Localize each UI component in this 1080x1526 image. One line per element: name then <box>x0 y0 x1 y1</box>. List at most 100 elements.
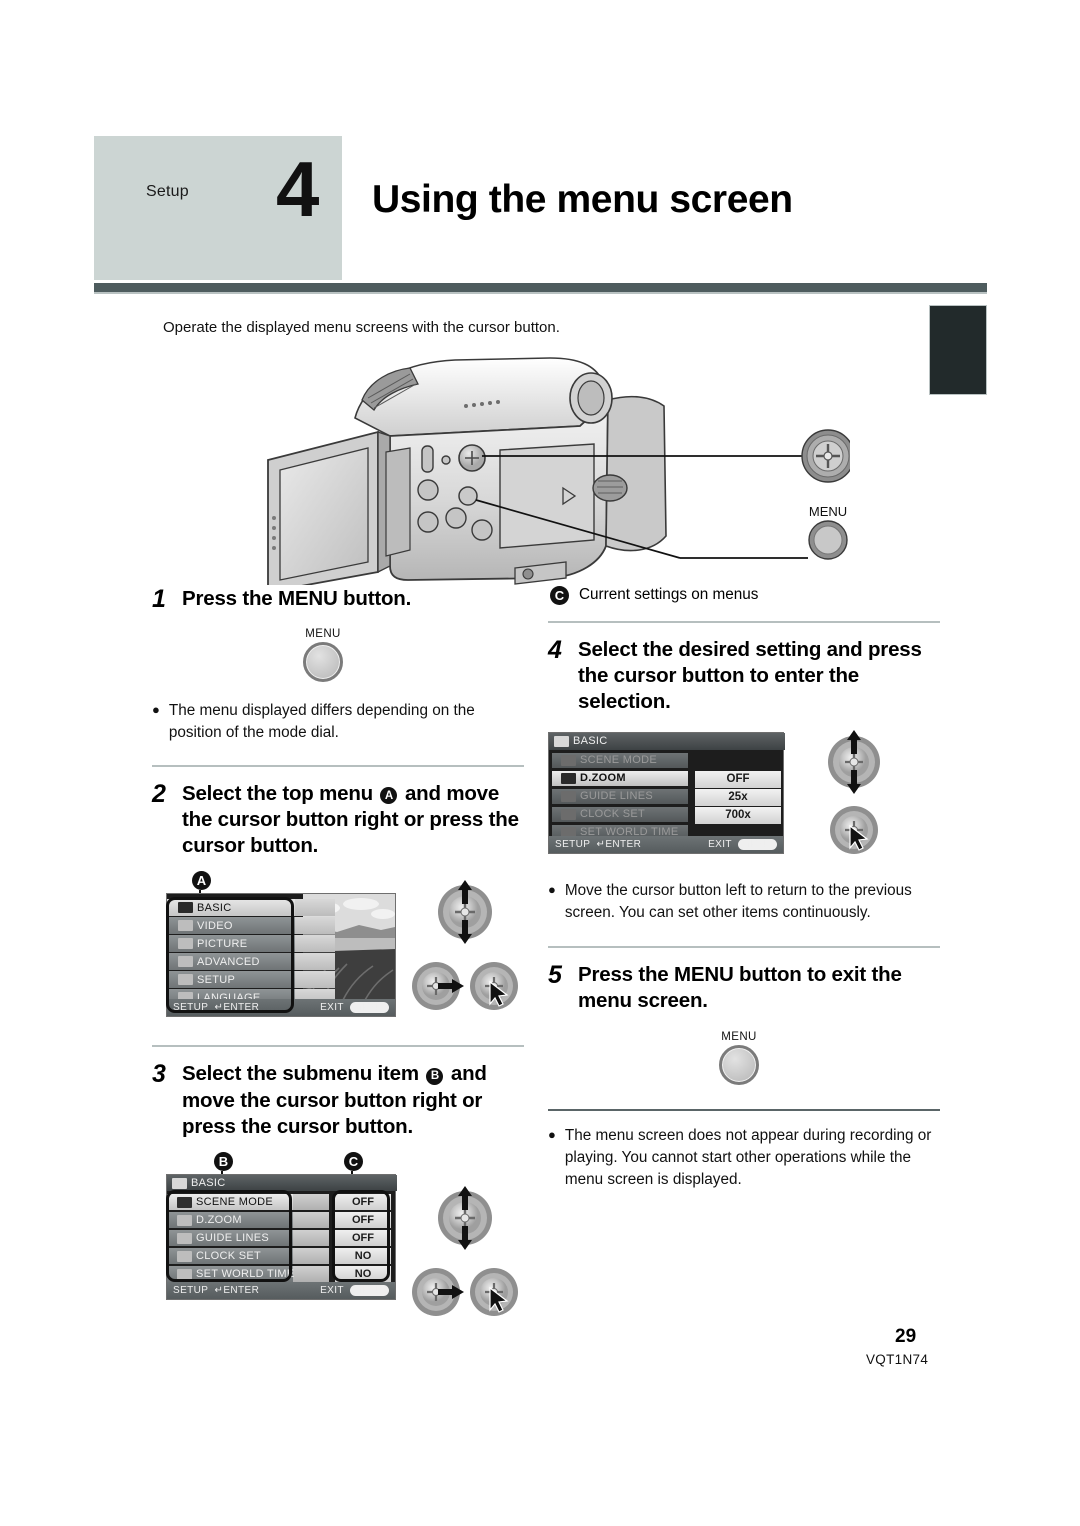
intro-text: Operate the displayed menu screens with … <box>163 319 560 336</box>
step-5-menu-button-label: MENU <box>721 1030 757 1043</box>
step-2-text: Select the top menu A and move the curso… <box>182 781 524 860</box>
badge-c-callout: C <box>344 1152 363 1171</box>
cursor-right-icon-2 <box>412 1268 464 1316</box>
step-1-menu-button-label: MENU <box>305 628 341 641</box>
cursor-up-down-icon <box>438 880 492 944</box>
document-code: VQT1N74 <box>866 1352 929 1367</box>
dzoom-option-off[interactable]: OFF <box>695 770 781 788</box>
dzoom-option-25x[interactable]: 25x <box>695 788 781 806</box>
screen-b-setup-enter: SETUP ↵ENTER <box>173 1285 260 1296</box>
divider-2 <box>152 1045 524 1048</box>
step-1-note-text: The menu displayed differs depending on … <box>168 702 475 742</box>
cursor-press-icon-2 <box>470 1268 518 1316</box>
step-4-note: ● Move the cursor button left to return … <box>548 880 940 924</box>
bullet-dot: ● <box>152 702 160 718</box>
section-label: Setup <box>146 183 189 200</box>
page-title: Using the menu screen <box>372 178 793 221</box>
step-4-figure: BASIC SCENE MODE D.ZOOM GUIDE LINES CLOC… <box>548 729 940 862</box>
camcorder-illustration: MENU <box>250 340 850 585</box>
dzoom-options-screen: BASIC SCENE MODE D.ZOOM GUIDE LINES CLOC… <box>548 731 785 854</box>
step-3-number: 3 <box>152 1060 166 1089</box>
dzoom-title-label: BASIC <box>573 735 608 748</box>
step-4: 4 Select the desired setting and press t… <box>548 637 940 716</box>
page-number: 29 <box>895 1326 917 1347</box>
callout-c-line: C Current settings on menus <box>548 586 940 605</box>
screen-c-exit: EXIT MENU <box>708 838 777 850</box>
dzoom-item-clock-set-label: CLOCK SET <box>580 808 646 821</box>
page-edge-tab <box>929 305 987 395</box>
menu-row-stub-3 <box>295 953 335 971</box>
step-2: 2 Select the top menu A and move the cur… <box>152 780 524 860</box>
dzoom-item-guide-lines-label: GUIDE LINES <box>580 790 653 803</box>
step-3-text: Select the submenu item B and move the c… <box>182 1061 524 1140</box>
menu-row-stub-0 <box>295 899 335 917</box>
dzoom-item-clock-set[interactable]: CLOCK SET <box>556 807 645 822</box>
submenu-row-stub-4 <box>293 1266 329 1282</box>
step-5-note: ● The menu screen does not appear during… <box>548 1125 940 1192</box>
dzoom-item-dzoom-label: D.ZOOM <box>580 772 626 785</box>
step-1-text: Press the MENU button. <box>182 587 412 610</box>
right-column: C Current settings on menus 4 Select the… <box>548 586 940 1191</box>
cursor-right-icon <box>412 962 464 1010</box>
step-5: 5 Press the MENU button to exit the menu… <box>548 962 940 1014</box>
submenu-title-bar: BASIC <box>167 1175 397 1191</box>
cursor-press-icon <box>470 962 518 1010</box>
screen-b-status-bar: SETUP ↵ENTER EXIT MENU <box>167 1282 395 1299</box>
badge-b-callout: B <box>214 1152 233 1171</box>
submenu-row-stub-1 <box>293 1212 329 1228</box>
menu-button-icon-2[interactable] <box>719 1044 759 1085</box>
header-rule <box>94 283 987 292</box>
submenu-row-stub-3 <box>293 1248 329 1264</box>
step-3: 3 Select the submenu item B and move the… <box>152 1061 524 1140</box>
screen-a-exit: EXIT MENU <box>320 1002 389 1014</box>
divider-1 <box>152 764 524 767</box>
clock-icon-2 <box>561 808 576 820</box>
menu-row-stub-4 <box>295 971 335 989</box>
wrench-icon-title <box>172 1177 187 1189</box>
step-2-cursor-diagrams <box>410 878 520 1018</box>
badge-a-inline: A <box>380 787 398 805</box>
step-5-note-text: The menu screen does not appear during r… <box>564 1126 932 1188</box>
chapter-number: 4 <box>276 145 320 233</box>
step-4-cursor-diagrams <box>814 728 894 858</box>
exit-menu-pill-c: MENU <box>737 838 777 850</box>
step-2-text-part1: Select the top menu <box>182 781 373 805</box>
screen-c-setup-enter: SETUP ↵ENTER <box>555 838 642 850</box>
dzoom-item-scene-mode[interactable]: SCENE MODE <box>556 753 657 768</box>
dzoom-item-dzoom[interactable]: D.ZOOM <box>556 771 626 786</box>
menu-row-stub-2 <box>295 935 335 953</box>
highlight-ring-c <box>332 1190 390 1282</box>
step-4-text: Select the desired setting and press the… <box>578 638 922 714</box>
step-5-text: Press the MENU button to exit the menu s… <box>578 963 902 1013</box>
scene-mode-icon-2 <box>561 754 576 766</box>
submenu-title-label: BASIC <box>191 1177 226 1189</box>
step-1-note: ● The menu displayed differs depending o… <box>152 700 524 744</box>
step-5-number: 5 <box>548 961 562 990</box>
submenu-row-stub-0 <box>293 1194 329 1210</box>
menu-button-icon[interactable] <box>303 642 343 683</box>
dzoom-item-guide-lines[interactable]: GUIDE LINES <box>556 789 653 804</box>
screen-b-exit: EXIT MENU <box>320 1285 389 1296</box>
header-rule-thin <box>94 292 987 294</box>
dzoom-option-700x[interactable]: 700x <box>695 806 781 824</box>
left-column: 1 Press the MENU button. MENU ● The menu… <box>152 586 524 1316</box>
step-1-menu-button[interactable]: MENU <box>280 628 366 683</box>
dzoom-option-700x-label: 700x <box>725 809 751 822</box>
step-1: 1 Press the MENU button. <box>152 586 524 613</box>
callout-c-text: Current settings on menus <box>579 586 759 603</box>
step-5-menu-button[interactable]: MENU <box>696 1031 782 1085</box>
cursor-press-icon-3 <box>830 805 878 854</box>
menu-button-callout-label: MENU <box>809 504 847 519</box>
exit-menu-pill: MENU <box>349 1002 389 1014</box>
zoom-icon-2 <box>561 772 576 784</box>
dzoom-item-scene-mode-label: SCENE MODE <box>580 754 657 767</box>
highlight-ring-a <box>166 897 294 1014</box>
divider-3 <box>548 621 940 623</box>
badge-b-inline: B <box>426 1068 444 1086</box>
dzoom-option-25x-label: 25x <box>728 791 748 804</box>
manual-page: Setup 4 Using the menu screen Operate th… <box>0 0 1080 1526</box>
badge-c-inline: C <box>550 586 569 605</box>
bullet-dot-5: ● <box>548 1126 556 1142</box>
cursor-up-down-icon-2 <box>438 1186 492 1250</box>
grid-icon-2 <box>561 790 576 802</box>
